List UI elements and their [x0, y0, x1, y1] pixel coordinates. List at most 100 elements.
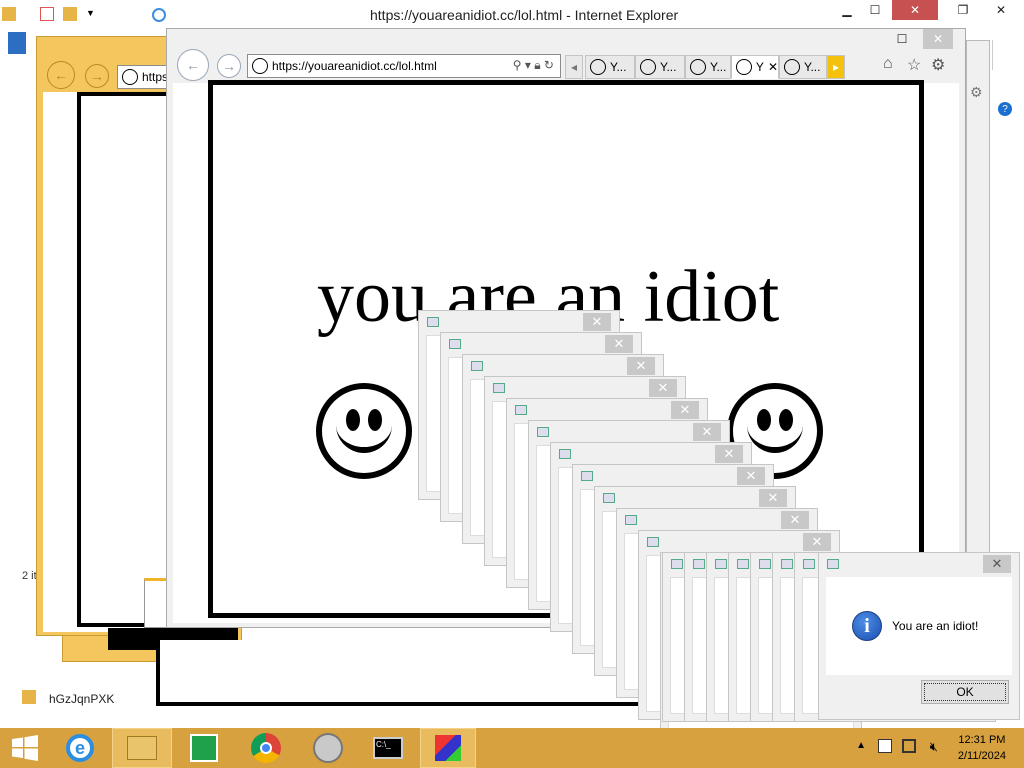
popup-close-button[interactable]: ✕	[715, 445, 743, 463]
volume-muted-icon[interactable]: 🔇︎	[930, 739, 938, 755]
chrome-taskbar-button[interactable]	[236, 728, 296, 768]
show-hidden-icons-icon[interactable]: ▲	[856, 740, 866, 751]
app-taskbar-button[interactable]	[420, 728, 476, 768]
close-button[interactable]: ✕	[892, 0, 938, 20]
folder-icon	[22, 690, 36, 704]
chrome-icon	[251, 733, 281, 763]
popup-app-icon	[671, 559, 683, 569]
popup-app-icon	[781, 559, 793, 569]
status-item-count: 2 it	[22, 570, 37, 582]
action-center-flag-icon[interactable]	[878, 739, 892, 753]
popup-app-icon	[715, 559, 727, 569]
store-icon	[190, 734, 218, 762]
smiley-favicon-icon	[640, 59, 656, 75]
popup-close-button[interactable]: ✕	[803, 533, 831, 551]
dialog-message: You are an idiot!	[892, 619, 979, 633]
address-text: https://youareanidiot.cc/lol.html	[272, 59, 437, 73]
dialog-close-button[interactable]: ✕	[983, 555, 1011, 573]
popup-app-icon	[647, 537, 659, 547]
close-button[interactable]: ✕	[986, 0, 1016, 20]
favorites-icon[interactable]: ☆	[907, 55, 921, 75]
cmd-taskbar-button[interactable]: C:\_	[358, 728, 418, 768]
settings-gear-icon[interactable]: ⚙	[970, 84, 983, 101]
popup-close-button[interactable]: ✕	[759, 489, 787, 507]
tab-scroll-right[interactable]: ▸	[827, 55, 845, 79]
properties-icon[interactable]	[40, 7, 54, 21]
network-icon[interactable]	[902, 739, 916, 753]
popup-close-button[interactable]: ✕	[693, 423, 721, 441]
popup-app-icon	[581, 471, 593, 481]
file-explorer-icon	[127, 736, 157, 760]
outer-ie-titlebar: https://youareanidiot.cc/lol.html - Inte…	[148, 0, 1024, 30]
maximize-button[interactable]: ☐	[887, 29, 917, 49]
mouth	[747, 423, 803, 453]
tab-close-icon[interactable]: ✕	[768, 60, 778, 74]
ok-button[interactable]: OK	[921, 680, 1009, 704]
new-folder-icon[interactable]	[63, 7, 77, 21]
tab-3[interactable]: Y...	[685, 55, 731, 79]
search-refresh-icons[interactable]: ⚲ ▾ 🔒︎ ↻	[513, 58, 554, 73]
tab-label: Y	[755, 60, 764, 74]
taskbar: e C:\_ ▲ 🔇︎ 12:31 PM 2/11/2024	[0, 728, 1024, 768]
popup-close-button[interactable]: ✕	[649, 379, 677, 397]
settings-gear-icon[interactable]: ⚙	[931, 55, 945, 75]
popup-app-icon	[737, 559, 749, 569]
ribbon-file-tab[interactable]	[8, 32, 26, 54]
popup-app-icon	[693, 559, 705, 569]
compass-icon	[313, 733, 343, 763]
popup-close-button[interactable]: ✕	[781, 511, 809, 529]
ie-taskbar-button[interactable]: e	[50, 728, 110, 768]
popup-app-icon	[427, 317, 439, 327]
file-name-label[interactable]: hGzJqnPXK	[49, 692, 114, 706]
tab-1[interactable]: Y...	[585, 55, 635, 79]
customize-dropdown-icon[interactable]: ▼	[86, 8, 95, 18]
start-button[interactable]	[0, 728, 50, 768]
smiley-favicon-icon	[122, 69, 138, 85]
address-bar[interactable]: https://youareanidiot.cc/lol.html ⚲ ▾ 🔒︎…	[247, 54, 561, 78]
cube-app-icon	[435, 735, 461, 761]
tab-2[interactable]: Y...	[635, 55, 685, 79]
forward-icon[interactable]: →	[85, 64, 109, 88]
tab-5[interactable]: Y...	[779, 55, 827, 79]
mouth	[336, 423, 392, 453]
tab-label: Y...	[710, 60, 727, 74]
tab-scroll-left[interactable]: ◂	[565, 55, 583, 79]
popup-app-icon	[471, 361, 483, 371]
clock[interactable]: 12:31 PM 2/11/2024	[958, 732, 1006, 764]
smiley-face-left	[316, 383, 412, 479]
popup-app-icon	[449, 339, 461, 349]
popup-app-icon	[759, 559, 771, 569]
popup-app-icon	[625, 515, 637, 525]
dialog-body: i You are an idiot!	[826, 577, 1012, 675]
popup-close-button[interactable]: ✕	[627, 357, 655, 375]
windows-logo-icon	[12, 735, 38, 761]
popup-close-button[interactable]: ✕	[605, 335, 633, 353]
maximize-button[interactable]: ☐	[860, 0, 890, 20]
store-taskbar-button[interactable]	[174, 728, 234, 768]
address-text: https	[142, 70, 169, 84]
popup-app-icon	[559, 449, 571, 459]
back-icon[interactable]: ←	[47, 61, 75, 89]
popup-app-icon	[515, 405, 527, 415]
clock-time: 12:31 PM	[958, 734, 1006, 746]
popup-close-button[interactable]: ✕	[671, 401, 699, 419]
restore-button[interactable]: ❐	[948, 0, 978, 20]
tab-label: Y...	[804, 60, 821, 74]
help-icon[interactable]: ?	[998, 102, 1012, 116]
forward-icon[interactable]: →	[217, 54, 241, 78]
safari-taskbar-button[interactable]	[298, 728, 358, 768]
folder-icon[interactable]	[2, 7, 16, 21]
explorer-taskbar-button[interactable]	[112, 728, 172, 768]
popup-close-button[interactable]: ✕	[737, 467, 765, 485]
minimize-button[interactable]: ▁	[832, 0, 862, 20]
smiley-favicon-icon	[252, 58, 268, 74]
tab-active[interactable]: Y ✕	[731, 55, 779, 79]
home-icon[interactable]: ⌂	[883, 55, 893, 73]
popup-close-button[interactable]: ✕	[583, 313, 611, 331]
tab-label: Y...	[610, 60, 627, 74]
explorer-right-edge	[992, 40, 1024, 70]
close-button[interactable]: ✕	[923, 29, 953, 49]
clock-date: 2/11/2024	[957, 750, 1006, 762]
smiley-favicon-icon	[690, 59, 706, 75]
back-icon[interactable]: ←	[177, 49, 209, 81]
